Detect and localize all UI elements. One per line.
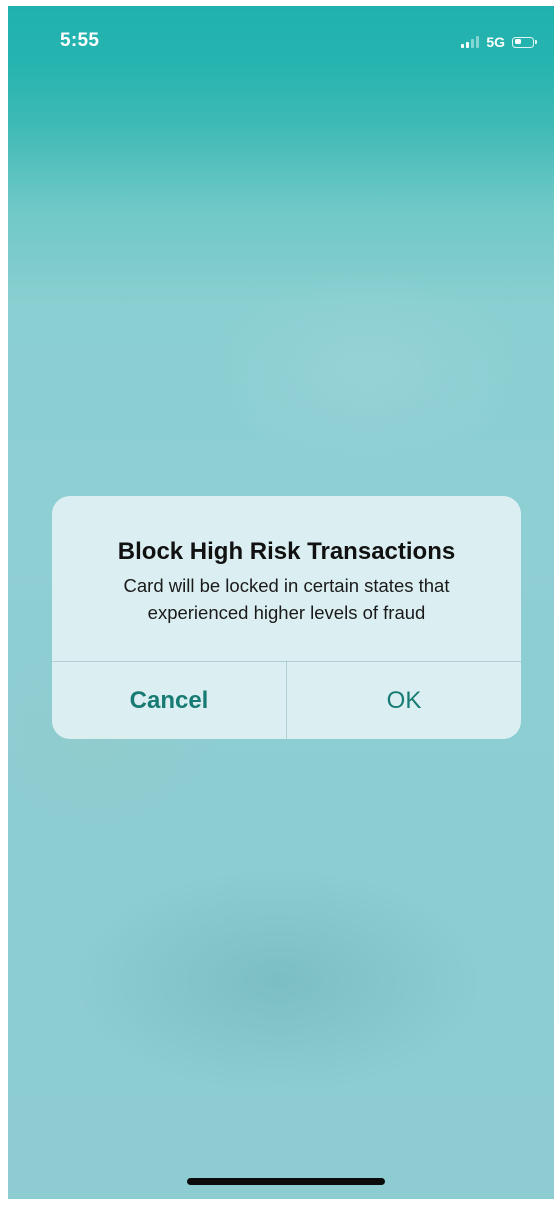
background-blur xyxy=(68,866,488,1096)
phone-screen: 5:55 5G Block High Risk Transactions Car… xyxy=(8,6,554,1199)
alert-message: Card will be locked in certain states th… xyxy=(123,575,450,623)
alert-dialog: Block High Risk Transactions Card will b… xyxy=(52,496,521,739)
status-time: 5:55 xyxy=(60,30,100,51)
background-blur xyxy=(208,266,528,466)
status-bar: 5:55 5G xyxy=(8,6,554,78)
home-indicator[interactable] xyxy=(187,1178,385,1185)
ok-button[interactable]: OK xyxy=(287,662,521,739)
network-type: 5G xyxy=(486,34,505,50)
alert-title: Block High Risk Transactions xyxy=(117,538,456,565)
battery-fill xyxy=(514,39,521,44)
battery-icon xyxy=(512,36,537,48)
status-indicators: 5G xyxy=(461,34,537,50)
cancel-button[interactable]: Cancel xyxy=(52,662,286,739)
cellular-signal-icon xyxy=(461,36,480,48)
